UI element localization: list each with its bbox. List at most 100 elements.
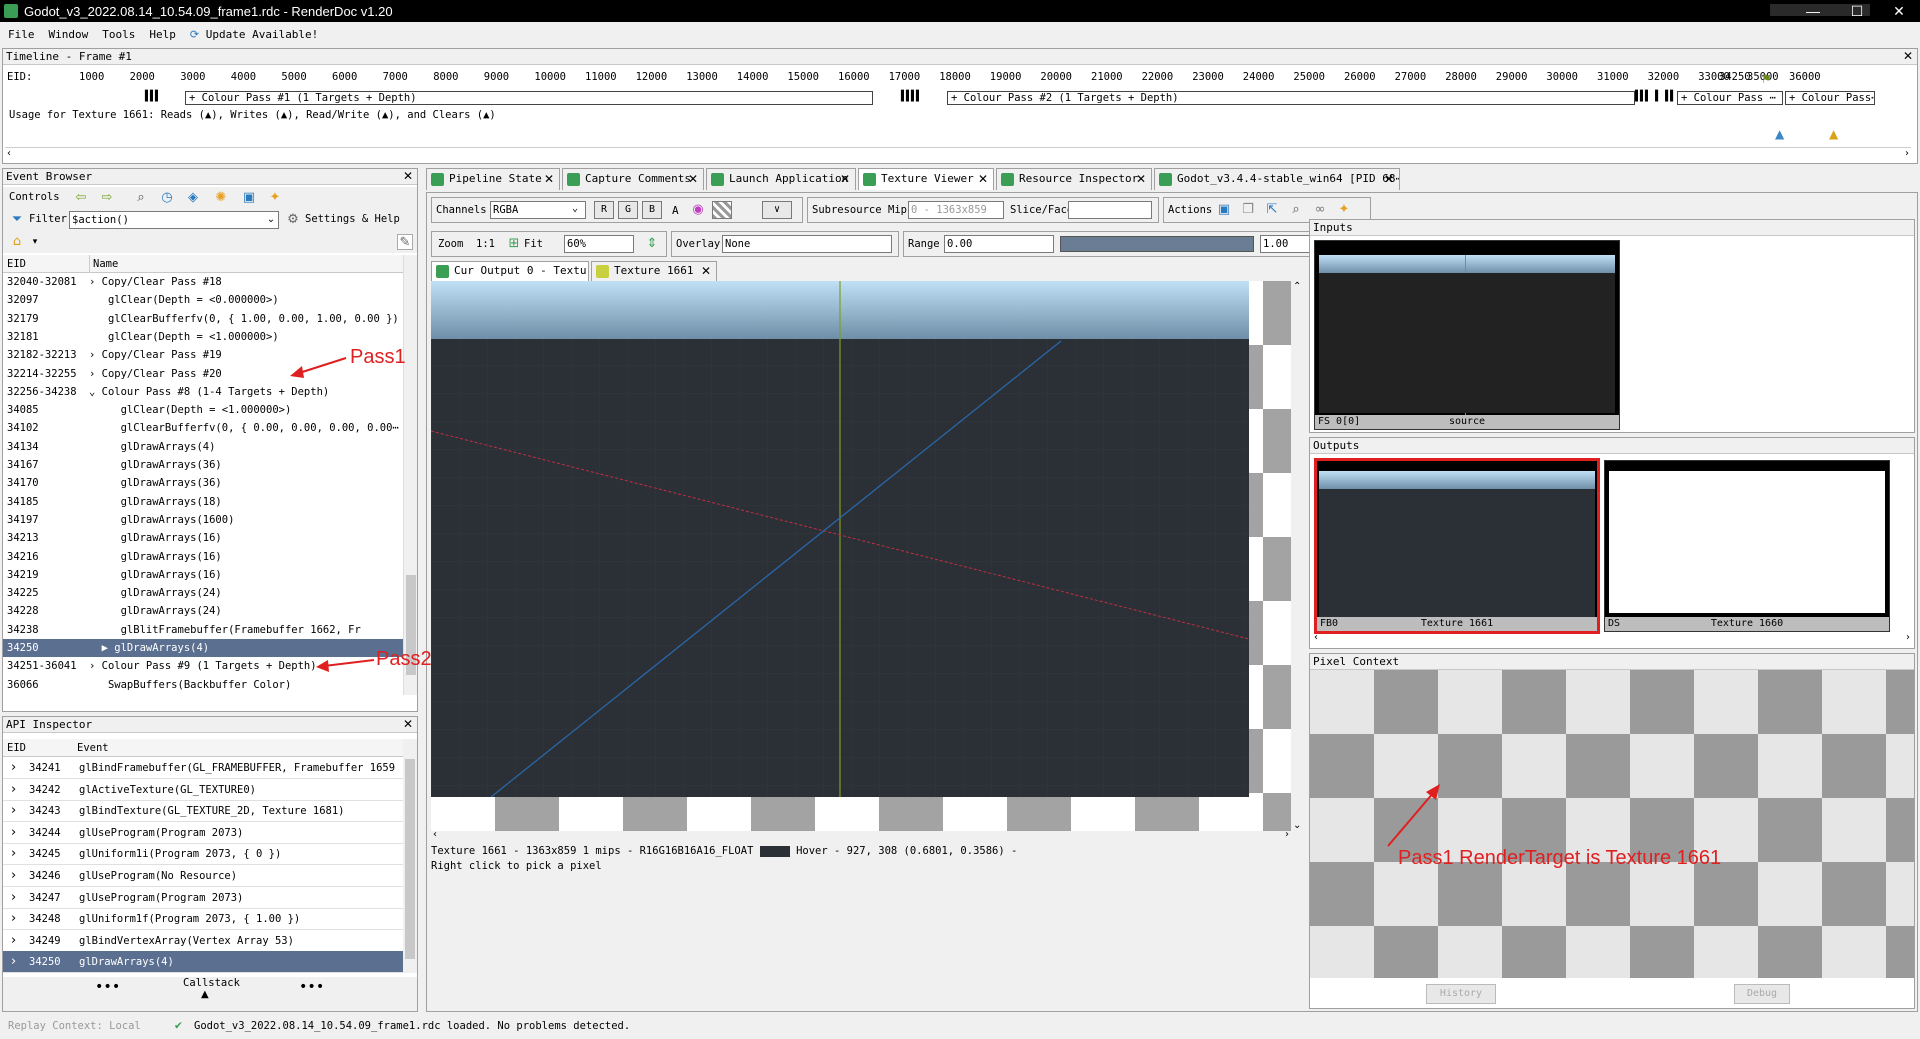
subtab-cur-output[interactable]: Cur Output 0 - Texture 1681 [431,261,589,281]
api-inspector-close-icon[interactable]: ✕ [403,717,413,731]
menu-tools[interactable]: Tools [102,28,135,41]
zoom-1to1-button[interactable]: 1:1 [476,238,495,250]
event-row[interactable]: 32179 glClearBufferfv(0, { 1.00, 0.00, 1… [3,310,403,328]
texture-canvas[interactable] [431,281,1291,831]
api-call-row[interactable]: › 34250 glDrawArrays(4) [3,951,403,973]
pass-bar-colour-pass-1[interactable]: + Colour Pass #1 (1 Targets + Depth) [185,91,873,105]
home-icon[interactable]: ⌂ [9,234,25,250]
event-row[interactable]: 36066 SwapBuffers(Backbuffer Color) [3,676,403,694]
col-eid-header[interactable]: EID [7,255,26,273]
api-list-scrollbar[interactable] [403,739,417,973]
tab-capture-comments[interactable]: Capture Comments ✕ [562,168,704,190]
find-icon[interactable]: ⌕ [133,190,149,206]
link-icon[interactable]: ∞ [1312,202,1328,218]
timer-icon[interactable]: ◷ [159,190,175,206]
zoom-select[interactable]: 60% [564,235,634,253]
splitter-dots-right[interactable]: ••• [299,979,324,995]
expand-chevron-icon[interactable]: › [11,951,16,973]
event-row[interactable]: 32040-32081 › Copy/Clear Pass #18 [3,273,403,291]
event-row[interactable]: 34102 glClearBufferfv(0, { 0.00, 0.00, 0… [3,419,403,437]
expand-chevron-icon[interactable]: › [11,908,16,930]
pass-bar-colour-pass-3[interactable]: + Colour Pass ⋯ [1677,91,1783,105]
save-icon[interactable]: ▣ [241,190,257,206]
event-row[interactable]: 34238 glBlitFramebuffer(Framebuffer 1662… [3,621,403,639]
api-call-row[interactable]: › 34248 glUniform1f(Program 2073, { 1.00 }… [3,908,403,931]
api-call-row[interactable]: › 34244 glUseProgram(Program 2073) [3,822,403,844]
expand-chevron-icon[interactable]: › [11,779,16,801]
forward-arrow-icon[interactable]: ⇨ [99,190,115,206]
api-call-row[interactable]: › 34246 glUseProgram(No Resource) [3,865,403,887]
api-col-eid[interactable]: EID [7,739,26,757]
event-row[interactable]: 32256-34238 ⌄ Colour Pass #8 (1-4 Targets… [3,383,403,401]
tab-close-icon[interactable]: ✕ [840,169,850,189]
expand-chevron-icon[interactable]: › [11,800,16,822]
replay-context-label[interactable]: Replay Context: Local [8,1014,141,1039]
event-row[interactable]: 34134 glDrawArrays(4) [3,438,403,456]
maximize-button[interactable]: ☐ [1834,0,1880,22]
fit-button[interactable]: Fit [524,238,543,250]
history-button[interactable]: History [1426,984,1496,1004]
outputs-hscrollbar[interactable]: ‹ › [1312,632,1912,646]
api-call-row[interactable]: › 34247 glUseProgram(Program 2073) [3,887,403,909]
channels-extra-dropdown[interactable]: ∨ [762,201,792,219]
menu-help[interactable]: Help [149,28,176,41]
filter-dropdown-icon[interactable]: ⌄ [263,212,279,228]
pass-bar-colour-pass-2[interactable]: + Colour Pass #2 (1 Targets + Depth) [947,91,1635,105]
channel-g-toggle[interactable]: G [618,201,638,219]
output-thumbnail-ds[interactable]: DS Texture 1660 [1604,460,1890,632]
event-tree-scrollbar[interactable] [403,255,417,695]
flip-vertical-icon[interactable]: ⇕ [644,236,660,252]
canvas-hscrollbar[interactable]: ‹ › [431,829,1291,843]
tab-resource-inspector[interactable]: Resource Inspector ✕ [996,168,1152,190]
locate-icon[interactable]: ✦ [1336,202,1352,218]
checkerboard-toggle[interactable] [712,201,732,219]
pass-bar-colour-pass-4[interactable]: + Colour Pass⋯ [1785,91,1875,105]
canvas-vscrollbar[interactable]: ⌃ ⌄ [1291,281,1305,831]
tab-texture-viewer[interactable]: Texture Viewer ✕ [858,168,994,190]
expand-chevron-icon[interactable]: › [11,887,16,909]
menu-window[interactable]: Window [49,28,89,41]
api-call-row[interactable]: › 34241 glBindFramebuffer(GL_FRAMEBUFFER, … [3,757,403,779]
menu-file[interactable]: File [8,28,35,41]
event-row[interactable]: 34170 glDrawArrays(36) [3,474,403,492]
splitter-dots-left[interactable]: ••• [95,979,120,995]
edit-icon[interactable]: ✎ [397,234,413,250]
range-histogram-slider[interactable] [1060,236,1254,252]
callstack-label[interactable]: Callstack [183,977,240,989]
tab-close-icon[interactable]: ✕ [1384,169,1394,189]
input-thumbnail-source[interactable]: FS 0[0] source [1314,240,1620,430]
settings-help-button[interactable]: Settings & Help [305,213,400,225]
bookmark-icon[interactable]: ◈ [185,190,201,206]
channels-dropdown-icon[interactable]: ⌄ [572,203,578,214]
expand-chevron-icon[interactable]: › [11,865,16,887]
open-icon[interactable]: ⇱ [1264,202,1280,218]
event-row[interactable]: 34216 glDrawArrays(16) [3,548,403,566]
minimize-button[interactable]: — [1790,0,1836,22]
tab-godot-process[interactable]: Godot_v3.4.4-stable_win64 [PID 68⋯ ✕ [1154,168,1400,190]
expand-chevron-icon[interactable]: › [11,843,16,865]
back-arrow-icon[interactable]: ⇦ [73,190,89,206]
event-browser-close-icon[interactable]: ✕ [403,169,413,183]
expand-chevron-icon[interactable]: › [11,930,16,952]
api-call-row[interactable]: › 34249 glBindVertexArray(Vertex Array 53) [3,930,403,952]
copy-icon[interactable]: ❐ [1240,202,1256,218]
tab-pipeline-state[interactable]: Pipeline State ✕ [426,168,560,190]
fit-icon[interactable]: ⊞ [506,236,522,252]
timeline-hscrollbar[interactable]: ‹ › [5,147,1911,161]
api-call-row[interactable]: › 34245 glUniform1i(Program 2073, { 0 }) [3,843,403,866]
event-row[interactable]: 32097 glClear(Depth = <0.000000>) [3,291,403,309]
event-row[interactable]: 34167 glDrawArrays(36) [3,456,403,474]
settings-icon[interactable]: ⚙ [285,212,301,228]
channel-a-toggle[interactable]: A [672,204,679,217]
subtab-texture-1661[interactable]: Texture 1661 ✕ [591,261,717,281]
goto-icon[interactable]: ⌕ [1288,202,1304,218]
tab-launch-application[interactable]: Launch Application ✕ [706,168,856,190]
timeline-ruler[interactable]: 1000 2000 3000 4000 5000 6000 7000 8000 9000 1000… [3,71,1913,85]
event-row[interactable]: 34219 glDrawArrays(16) [3,566,403,584]
close-button[interactable]: ✕ [1876,0,1920,22]
update-available[interactable]: ⟳ Update Available! [190,28,318,41]
api-call-row[interactable]: › 34243 glBindTexture(GL_TEXTURE_2D, Textu… [3,800,403,823]
mip-select[interactable]: 0 - 1363x859 [908,201,1004,219]
event-row[interactable]: 34197 glDrawArrays(1600) [3,511,403,529]
subtab-close-icon[interactable]: ✕ [701,262,711,280]
